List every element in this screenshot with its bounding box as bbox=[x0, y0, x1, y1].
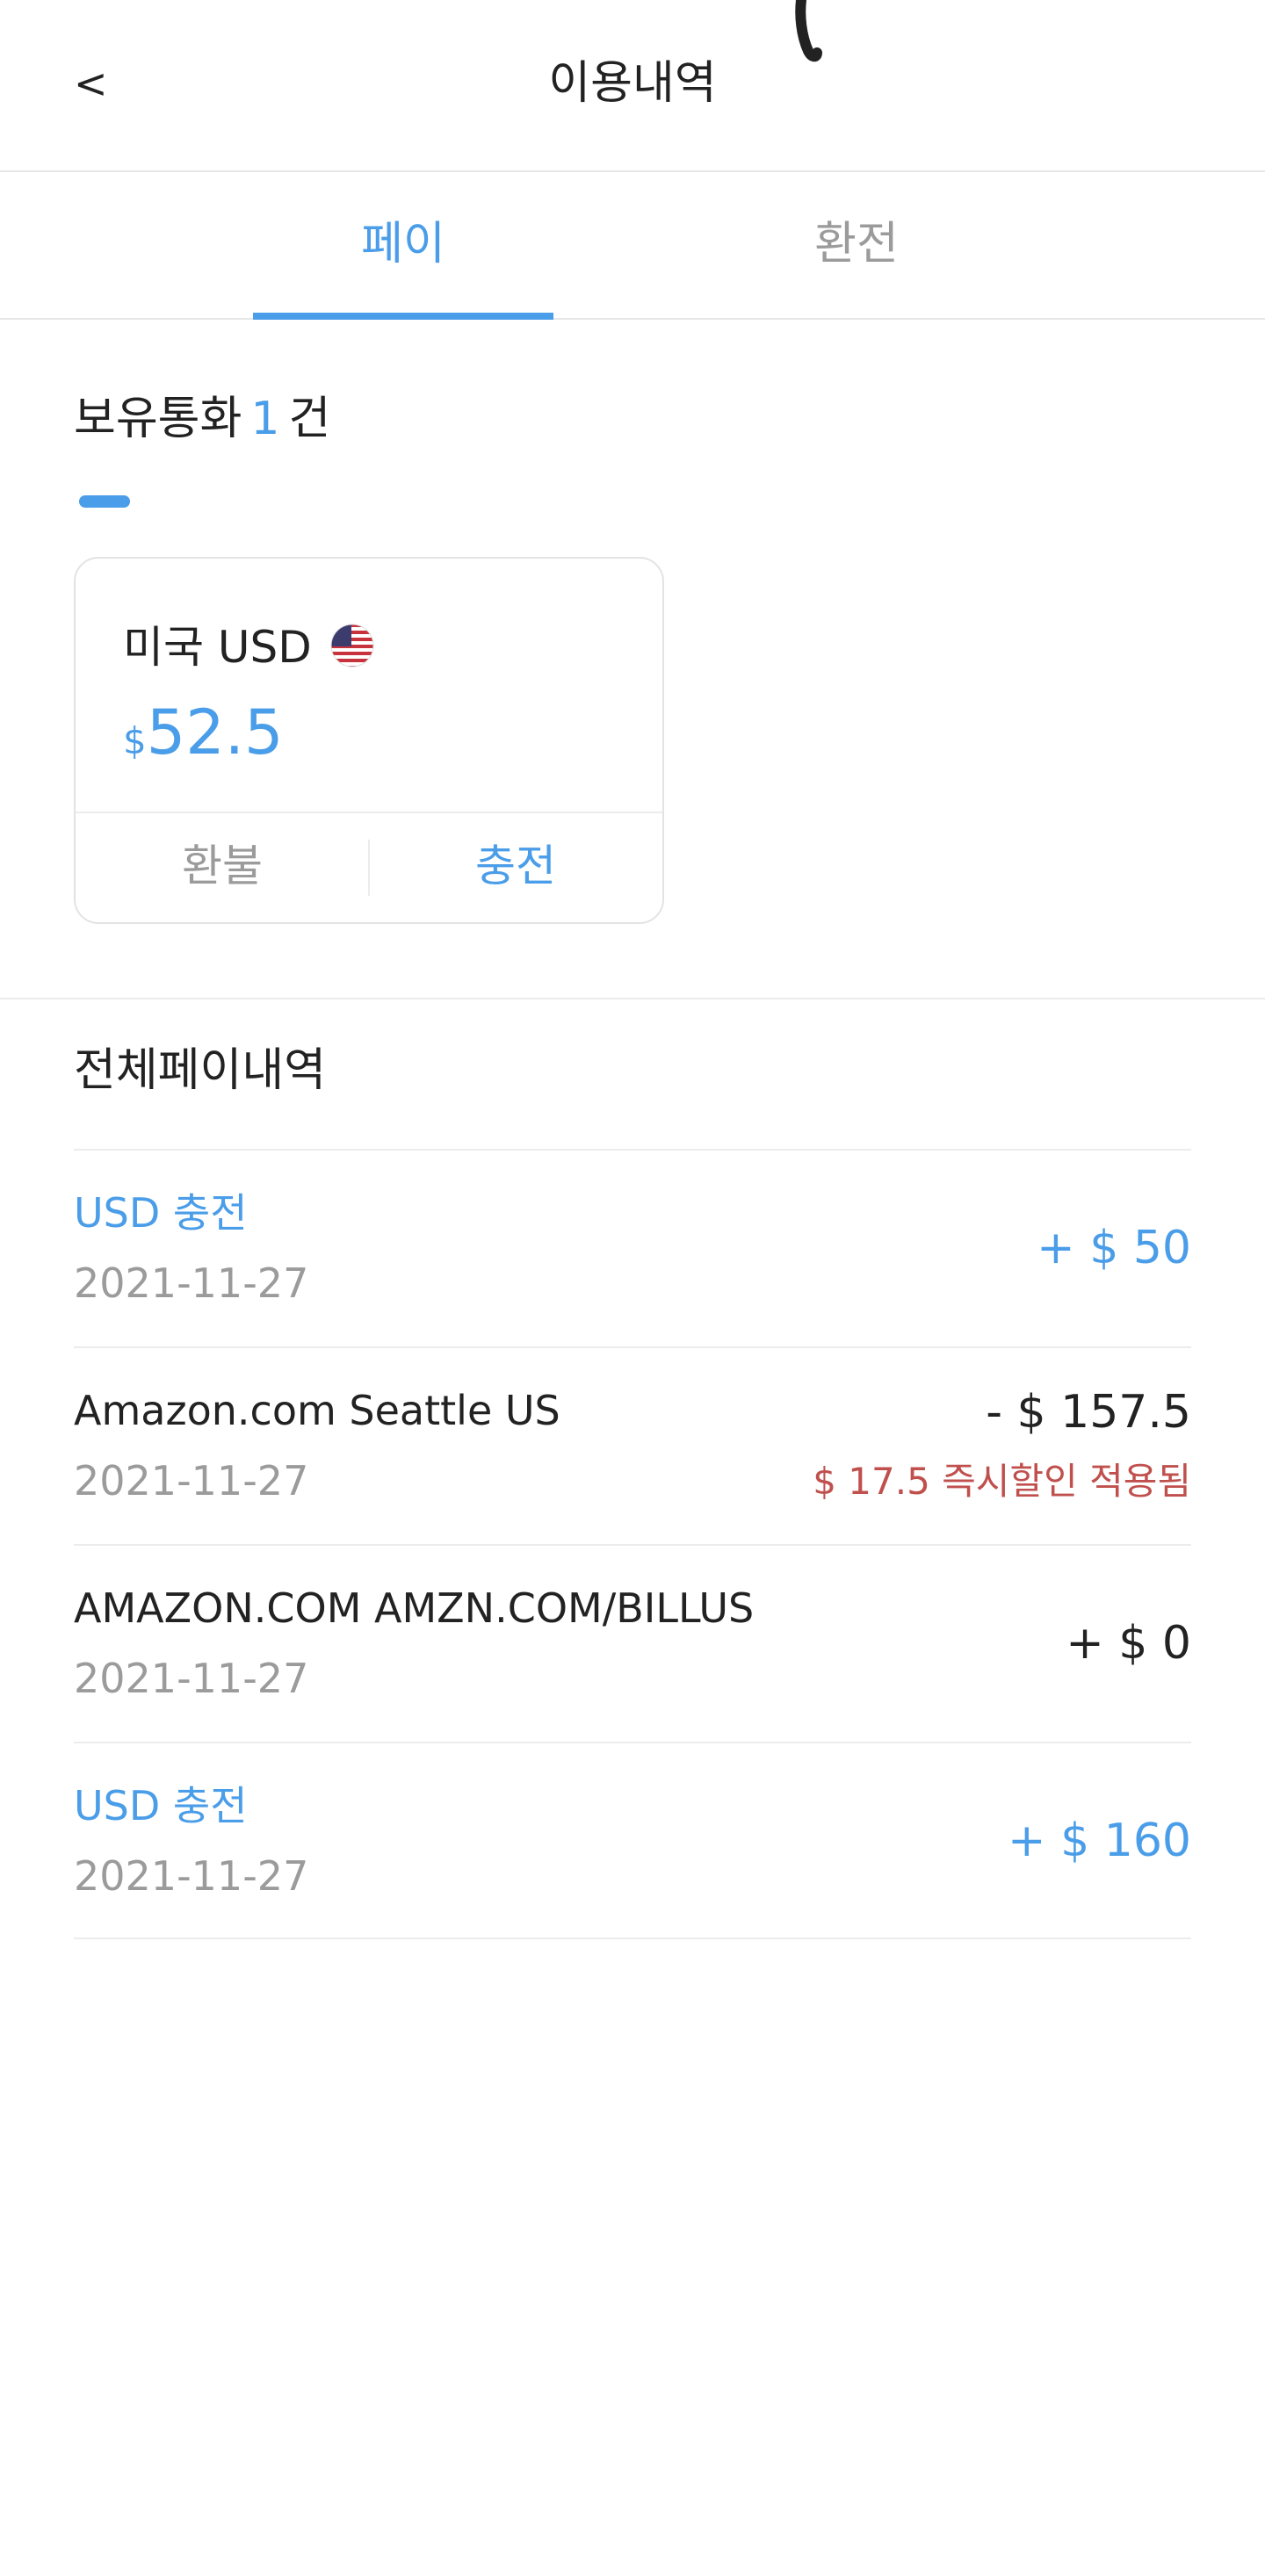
tab-pay[interactable]: 페이 bbox=[253, 174, 553, 318]
holdings-label: 보유통화 bbox=[74, 393, 242, 445]
history-row-title: Amazon.com Seattle US bbox=[74, 1387, 560, 1434]
top-bar: < 이용내역 bbox=[0, 0, 1265, 172]
history-row-amount: + $ 0 bbox=[1066, 1617, 1191, 1670]
tab-bar: 페이 환전 bbox=[0, 174, 1265, 320]
history-list: USD 충전 2021-11-27 + $ 50 Amazon.com Seat… bbox=[74, 1149, 1191, 1939]
refund-button[interactable]: 환불 bbox=[76, 813, 369, 924]
currency-card[interactable]: 미국 USD $52.5 환불 충전 bbox=[74, 557, 664, 924]
history-row[interactable]: USD 충전 2021-11-27 + $ 160 bbox=[74, 1742, 1191, 1939]
history-row-amount: + $ 160 bbox=[1008, 1815, 1191, 1867]
history-row-title: AMAZON.COM AMZN.COM/BILLUS bbox=[74, 1584, 755, 1632]
holdings-heading: 보유통화 1 건 bbox=[74, 386, 330, 451]
balance-amount: 52.5 bbox=[146, 696, 284, 768]
history-row-date: 2021-11-27 bbox=[74, 1259, 309, 1307]
history-row-date: 2021-11-27 bbox=[74, 1457, 309, 1504]
us-flag-icon bbox=[330, 624, 374, 667]
charge-button[interactable]: 충전 bbox=[369, 813, 662, 924]
history-row-amount: + $ 50 bbox=[1037, 1222, 1191, 1274]
history-row-amount: - $ 157.5 bbox=[986, 1386, 1191, 1439]
card-currency-label: 미국 USD bbox=[123, 622, 312, 673]
history-row[interactable]: USD 충전 2021-11-27 + $ 50 bbox=[74, 1149, 1191, 1346]
tab-exchange[interactable]: 환전 bbox=[706, 174, 1007, 318]
currency-symbol: $ bbox=[123, 719, 147, 762]
history-heading: 전체페이내역 bbox=[74, 1044, 327, 1097]
card-balance: $52.5 bbox=[123, 689, 284, 793]
app-root: < 이용내역 페이 환전 보유통화 1 건 미국 USD $52.5 환불 충전… bbox=[0, 0, 1265, 2576]
history-row-date: 2021-11-27 bbox=[74, 1852, 309, 1900]
page-title: 이용내역 bbox=[548, 57, 717, 110]
history-row-title: USD 충전 bbox=[74, 1782, 248, 1829]
discount-note: $ 17.5 즉시할인 적용됨 bbox=[813, 1460, 1191, 1503]
history-row[interactable]: AMAZON.COM AMZN.COM/BILLUS 2021-11-27 + … bbox=[74, 1544, 1191, 1742]
history-row-date: 2021-11-27 bbox=[74, 1655, 309, 1702]
holdings-unit: 건 bbox=[288, 393, 331, 445]
holdings-count: 1 bbox=[250, 393, 280, 445]
section-divider bbox=[0, 998, 1265, 999]
pen-stroke-mark bbox=[795, 0, 822, 62]
history-row[interactable]: Amazon.com Seattle US 2021-11-27 - $ 157… bbox=[74, 1346, 1191, 1544]
active-tab-indicator bbox=[253, 313, 553, 320]
history-row-title: USD 충전 bbox=[74, 1189, 248, 1237]
carousel-indicator bbox=[79, 495, 130, 508]
